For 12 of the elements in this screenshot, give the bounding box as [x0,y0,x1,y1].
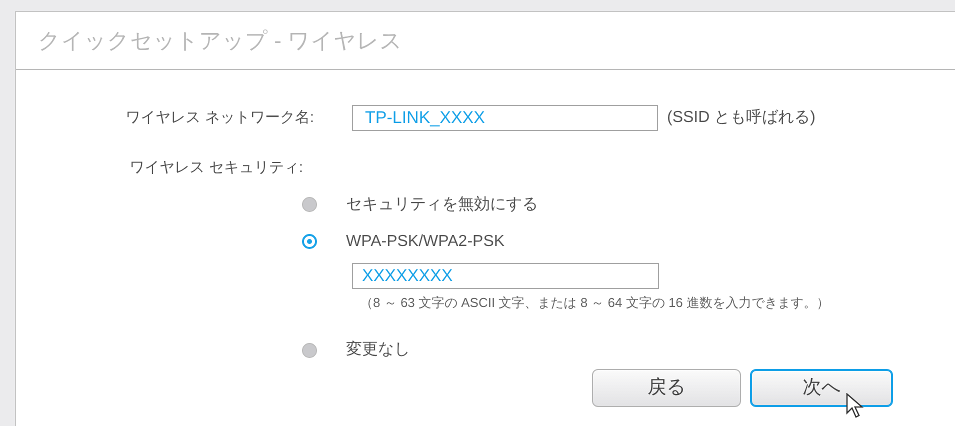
nav-button[interactable]: 戻る [592,369,741,407]
ssid-hint: (SSID とも呼ばれる) [667,108,816,128]
radio-label: WPA-PSK/WPA2-PSK [346,232,505,252]
panel-title: クイックセットアップ - ワイヤレス [38,27,403,55]
password-hint: （8 ～ 63 文字の ASCII 文字、または 8 ～ 64 文字の 16 進数を入力できます。） [360,294,831,312]
field-label: ワイヤレス ネットワーク名: [124,108,314,128]
radio-button[interactable] [302,234,317,249]
radio-label: セキュリティを無効にする [346,194,538,214]
radio-button[interactable] [302,342,317,358]
radio-button[interactable] [302,197,317,212]
radio-label: 変更なし [346,340,410,360]
field-label: ワイヤレス セキュリティ: [128,158,303,178]
